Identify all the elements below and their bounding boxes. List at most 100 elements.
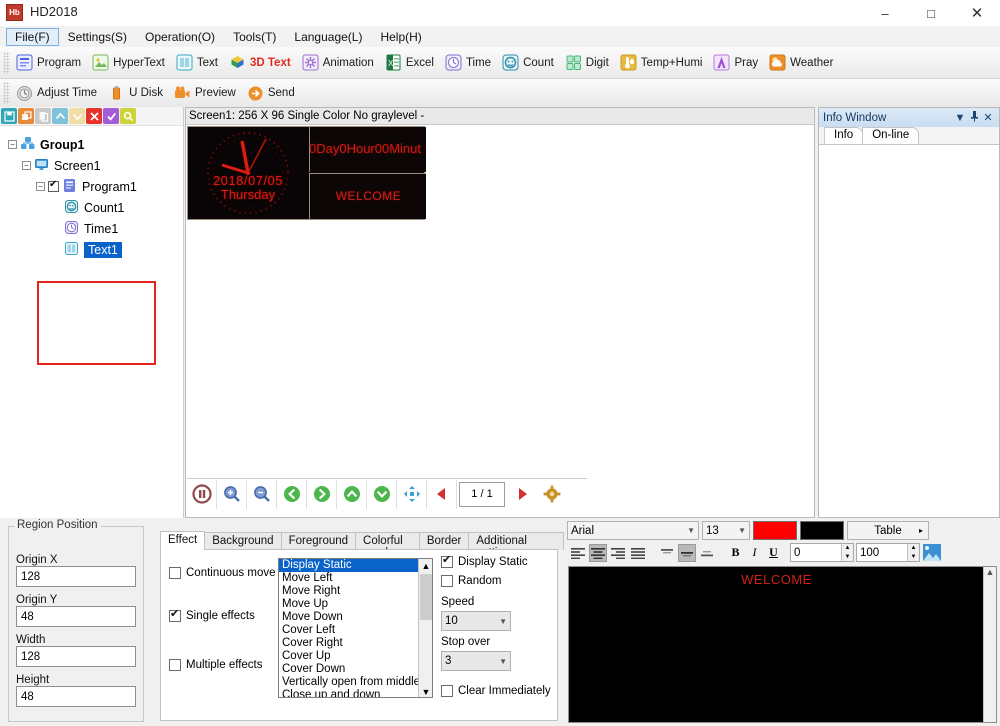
toolbar-button-u-disk[interactable]: U Disk [104,80,170,106]
effect-option-move-up[interactable]: Move Up [279,598,432,611]
single-effects-checkbox[interactable] [169,607,181,622]
align-justify-button[interactable] [629,544,647,562]
scrollbar-thumb[interactable] [420,574,432,620]
expander-icon[interactable]: − [8,140,17,149]
valign-top-button[interactable] [658,544,676,562]
toolbar-button-send[interactable]: Send [243,80,302,106]
speed-select[interactable]: 10 ▼ [441,611,511,631]
effect-option-move-down[interactable]: Move Down [279,611,432,624]
effect-option-display-static[interactable]: Display Static [279,559,432,572]
copy-icon[interactable] [35,108,51,124]
menu-item-tools[interactable]: Tools(T) [224,28,285,46]
continuous-move-checkbox-row[interactable]: Continuous move [169,567,276,579]
multiple-effects-checkbox[interactable] [169,659,181,671]
table-button[interactable]: Table ▸ [847,521,929,540]
tab-background[interactable]: Background [204,532,282,550]
bold-button[interactable]: B [727,544,744,562]
tree-node-text1[interactable]: Text1 [6,239,183,260]
clear-immediately-checkbox[interactable] [441,685,453,697]
toolbar-button-text[interactable]: Text [172,50,225,76]
save-icon[interactable] [1,108,17,124]
tab-foreground[interactable]: Foreground [280,532,357,550]
tab-border[interactable]: Border [418,532,470,550]
move-up-button[interactable] [337,479,367,509]
scroll-up-icon[interactable]: ▲ [419,559,432,573]
font-size-select[interactable]: 13 ▼ [702,521,750,540]
width-input[interactable]: 128 [16,646,136,667]
menu-item-file[interactable]: File(F) [6,27,59,46]
display-static-checkbox-row[interactable]: Display Static [441,553,528,568]
toolbar-button-animation[interactable]: Animation [298,50,381,76]
chevron-down-icon[interactable]: ▼ [953,112,967,124]
spacing-spinner[interactable]: 0 ▲ ▼ [790,543,854,562]
display-static-checkbox[interactable] [441,553,453,568]
program-checkbox[interactable] [48,179,59,192]
toolbar-grip[interactable] [3,51,10,74]
font-family-select[interactable]: Arial ▼ [567,521,699,540]
duplicate-icon[interactable] [18,108,34,124]
effect-option-vertically-open-from-middle[interactable]: Vertically open from middle [279,676,432,689]
prev-page-button[interactable] [427,479,457,509]
zoom-in-button[interactable] [217,479,247,509]
spinner-arrows[interactable]: ▲ ▼ [841,544,853,561]
editor-scrollbar[interactable]: ▲ [983,567,996,722]
confirm-icon[interactable] [103,108,119,124]
text-content-editor[interactable]: WELCOME ▲ [568,566,997,723]
effect-option-cover-left[interactable]: Cover Left [279,624,432,637]
menu-item-operation[interactable]: Operation(O) [136,28,224,46]
toolbar-button-temp-humi[interactable]: Temp+Humi [616,50,710,76]
effect-option-cover-down[interactable]: Cover Down [279,663,432,676]
tree-node-count1[interactable]: Count1 [6,197,183,218]
underline-button[interactable]: U [765,544,782,562]
led-screen-preview[interactable]: 2018/07/05 Thursday 0Day0Hour00Minut WEL… [187,126,426,220]
effect-option-close-up-and-down[interactable]: Close up and down [279,689,432,697]
scroll-up-icon[interactable]: ▲ [984,567,996,577]
random-checkbox[interactable] [441,575,453,587]
effect-option-cover-right[interactable]: Cover Right [279,637,432,650]
move-down-icon[interactable] [69,108,85,124]
toolbar-button-time[interactable]: Time [441,50,498,76]
toolbar-grip[interactable] [3,82,10,104]
menu-item-help[interactable]: Help(H) [371,28,430,46]
move-left-button[interactable] [277,479,307,509]
toolbar-button-weather[interactable]: Weather [765,50,840,76]
tab-additional-settings[interactable]: Additional settings->> [468,532,564,559]
effects-listbox-scrollbar[interactable]: ▲ ▼ [418,559,432,697]
maximize-button[interactable]: □ [908,0,954,26]
align-right-button[interactable] [609,544,627,562]
background-color-swatch[interactable] [800,521,844,540]
single-effects-checkbox-row[interactable]: Single effects [169,607,255,622]
tab-info[interactable]: Info [824,127,864,144]
toolbar-button-adjust-time[interactable]: Adjust Time [12,80,104,106]
tree-node-group1[interactable]: − Group1 [6,134,183,155]
gear-icon[interactable] [537,480,567,509]
toolbar-button-digit[interactable]: Digit [561,50,616,76]
italic-button[interactable]: I [746,544,763,562]
origin-y-input[interactable]: 48 [16,606,136,627]
spinner-arrows[interactable]: ▲ ▼ [907,544,919,561]
move-up-icon[interactable] [52,108,68,124]
tree-node-time1[interactable]: Time1 [6,218,183,239]
toolbar-button-hypertext[interactable]: HyperText [88,50,172,76]
led-region-clock[interactable]: 2018/07/05 Thursday [188,127,308,219]
tab-on-line[interactable]: On-line [862,127,920,144]
scroll-down-icon[interactable]: ▼ [419,685,432,697]
scale-spinner[interactable]: 100 ▲ ▼ [856,543,920,562]
zoom-out-button[interactable] [247,479,277,509]
move-right-button[interactable] [307,479,337,509]
valign-bottom-button[interactable] [698,544,716,562]
minimize-button[interactable]: – [862,0,908,26]
align-left-button[interactable] [569,544,587,562]
next-page-button[interactable] [507,480,537,509]
tab-effect[interactable]: Effect [160,531,206,550]
menu-item-settings[interactable]: Settings(S) [59,28,136,46]
clear-immediately-checkbox-row[interactable]: Clear Immediately [441,685,551,697]
toolbar-button-count[interactable]: Count [498,50,561,76]
effect-option-move-right[interactable]: Move Right [279,585,432,598]
pause-button[interactable] [187,479,217,509]
delete-icon[interactable] [86,108,102,124]
close-button[interactable]: ✕ [954,0,1000,26]
led-region-text[interactable]: WELCOME [309,173,426,219]
expander-icon[interactable]: − [22,161,31,170]
effect-option-move-left[interactable]: Move Left [279,572,432,585]
